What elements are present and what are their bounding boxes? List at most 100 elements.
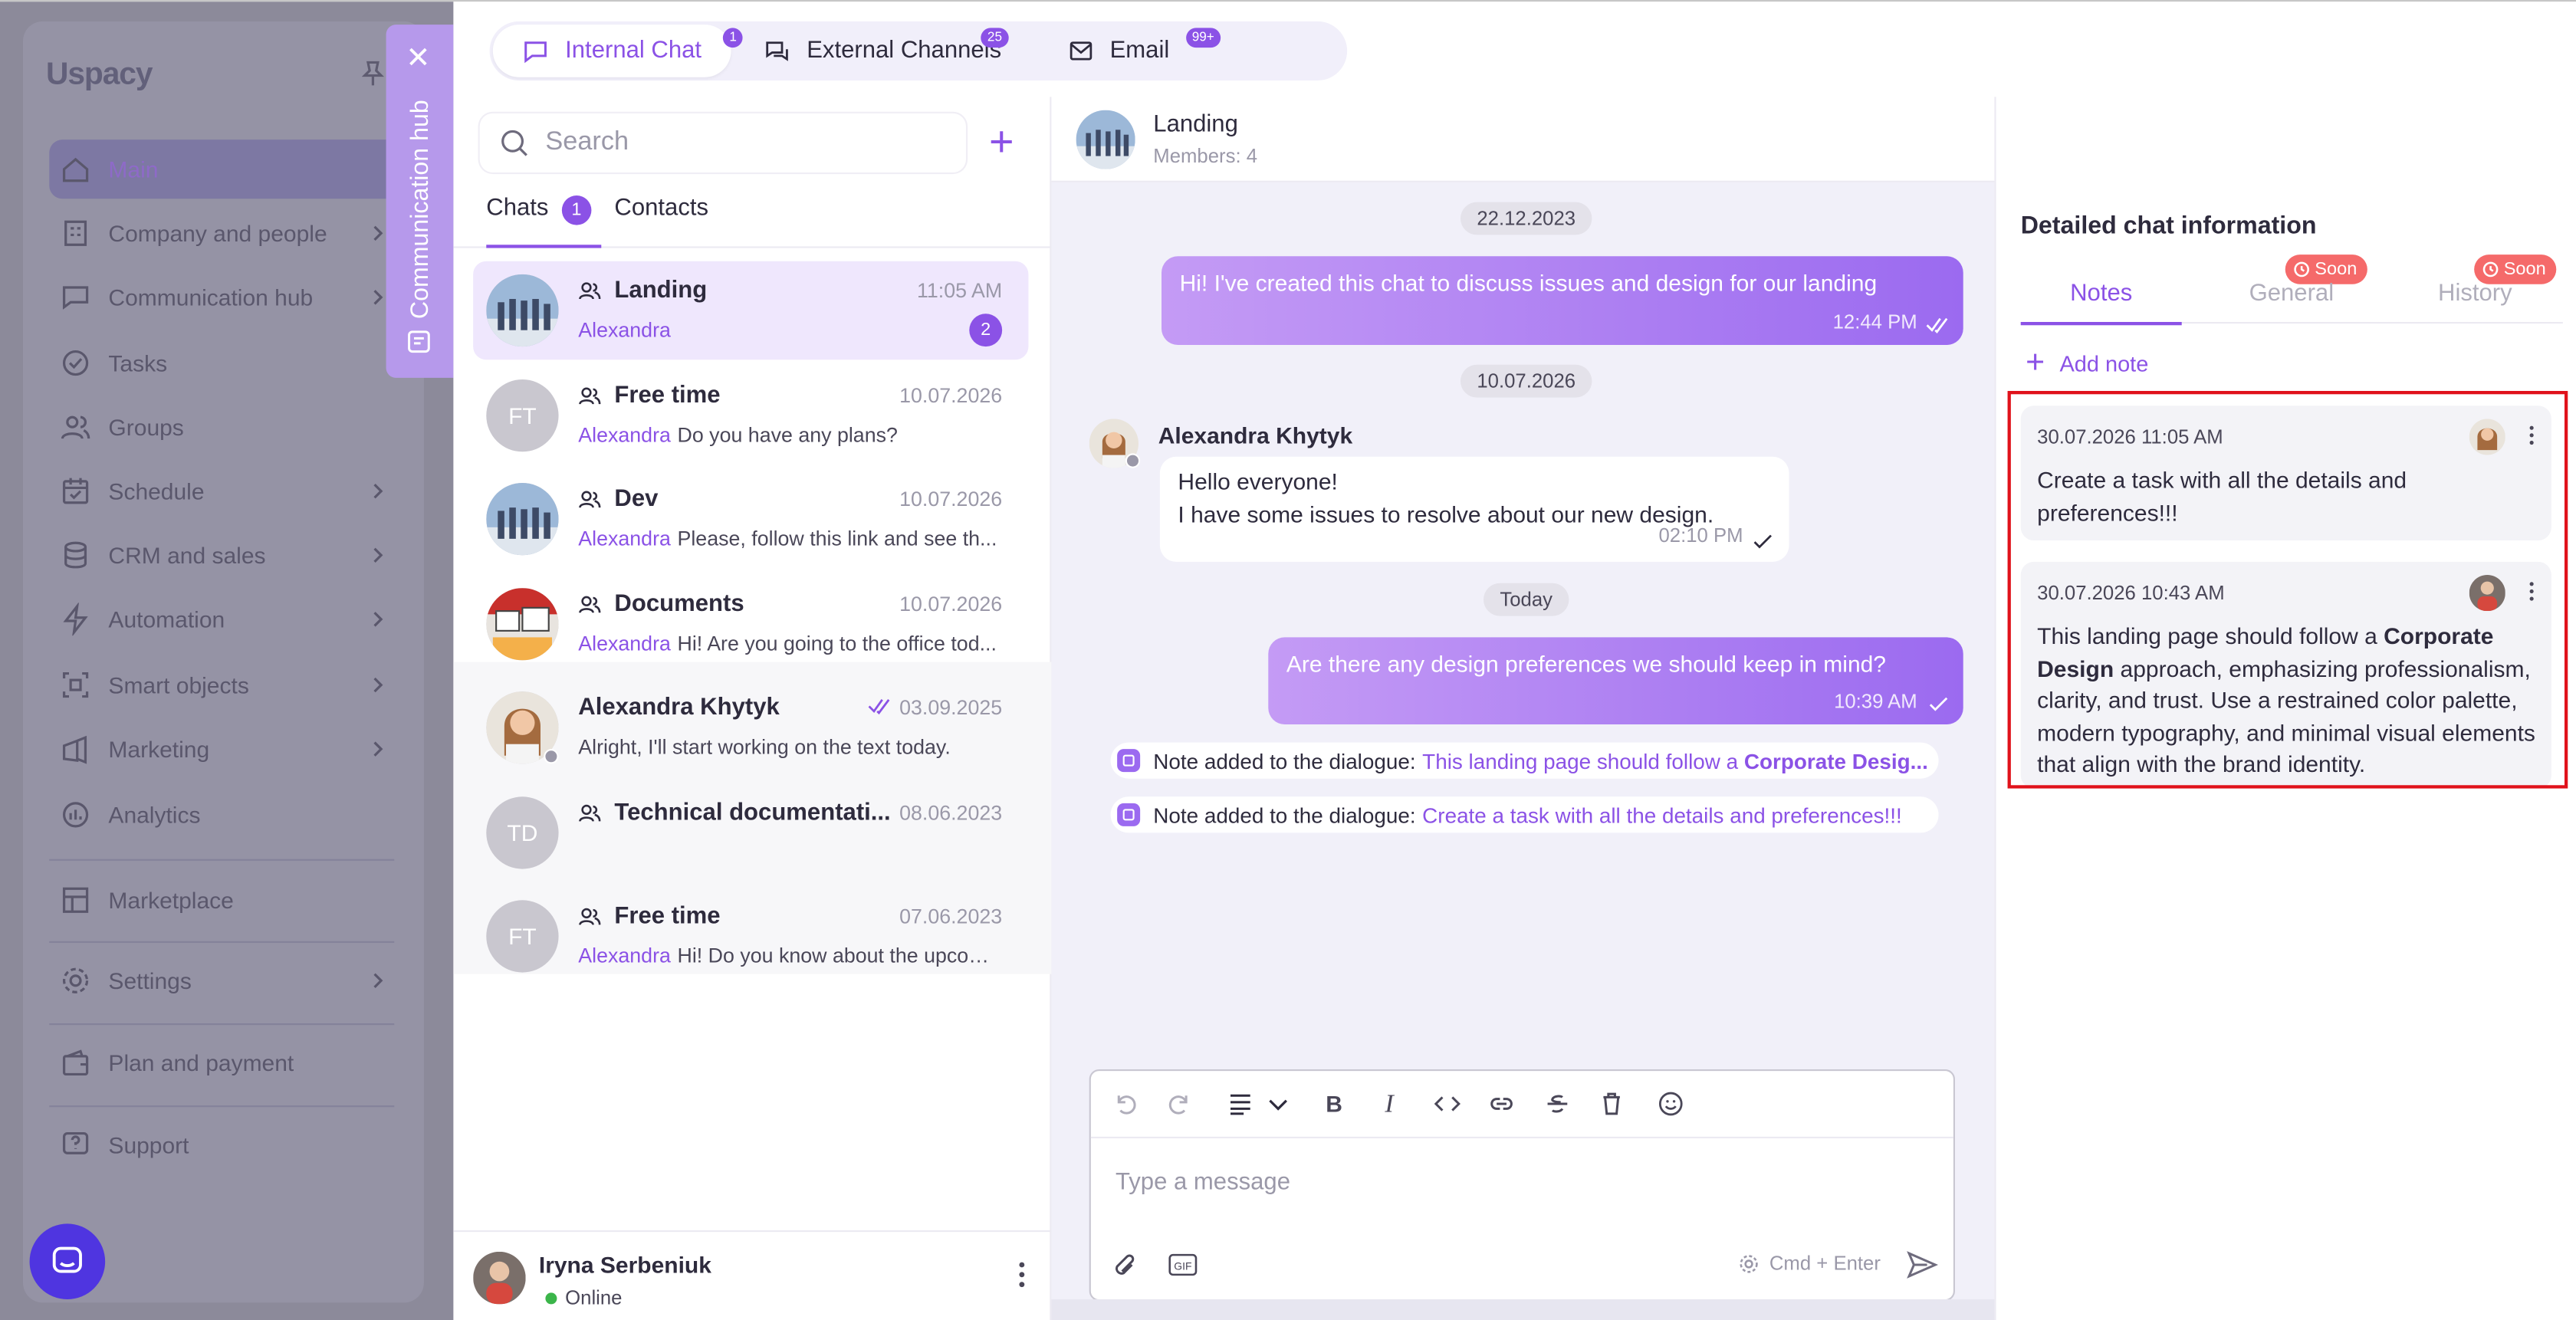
email-icon bbox=[1069, 41, 1092, 61]
chevron-right-icon bbox=[371, 970, 384, 990]
message-outgoing[interactable]: Hi! I've created this chat to discuss is… bbox=[1162, 256, 1963, 345]
italic-icon[interactable]: I bbox=[1385, 1091, 1393, 1121]
tab-contacts[interactable]: Contacts bbox=[614, 195, 708, 248]
clock-icon bbox=[2294, 261, 2309, 277]
current-user-bar: Iryna Serbeniuk Online bbox=[453, 1230, 1052, 1320]
search-input[interactable]: Search bbox=[479, 113, 966, 172]
sidebar-item-tasks[interactable]: Tasks bbox=[49, 333, 401, 392]
chevron-down-icon[interactable] bbox=[1267, 1091, 1290, 1117]
chat-avatar bbox=[486, 588, 559, 661]
link-icon[interactable] bbox=[1488, 1091, 1514, 1117]
message-outgoing[interactable]: Are there any design preferences we shou… bbox=[1268, 637, 1963, 724]
message-text: Hello everyone! I have some issues to res… bbox=[1178, 467, 1714, 531]
tab-badge: 99+ bbox=[1185, 28, 1221, 48]
chat-list-item[interactable]: Dev 10.07.2026 Alexandra Please, follow thi… bbox=[473, 470, 1028, 569]
note-link[interactable]: This landing page should follow a Corpor… bbox=[1422, 748, 1928, 773]
chat-avatar: TD bbox=[486, 796, 559, 869]
send-shortcut-hint[interactable]: Cmd + Enter bbox=[1738, 1252, 1881, 1275]
pin-icon[interactable] bbox=[361, 61, 385, 87]
undo-icon[interactable] bbox=[1112, 1091, 1138, 1117]
chat-list-item[interactable]: FT Free time 07.06.2023 Alexandra Hi! Do you… bbox=[473, 887, 1028, 986]
chat-name: Landing bbox=[578, 277, 707, 304]
tab-general[interactable]: General bbox=[2249, 281, 2334, 307]
tab-chats[interactable]: Chats 1 bbox=[486, 195, 602, 248]
gif-icon[interactable]: GIF bbox=[1168, 1253, 1198, 1276]
bold-icon[interactable]: B bbox=[1326, 1091, 1342, 1117]
attach-icon[interactable] bbox=[1112, 1252, 1138, 1282]
note-icon bbox=[1117, 749, 1141, 773]
note-link[interactable]: Create a task with all the details and p… bbox=[1422, 803, 1902, 827]
chat-avatar bbox=[486, 274, 559, 347]
chevron-right-icon bbox=[371, 545, 384, 565]
sidebar-item-automation[interactable]: Automation bbox=[49, 589, 401, 649]
sidebar-item-schedule[interactable]: Schedule bbox=[49, 461, 401, 520]
chevron-right-icon bbox=[371, 481, 384, 501]
sidebar-item-groups[interactable]: Groups bbox=[49, 398, 401, 457]
chat-time-label: 10.07.2026 bbox=[899, 488, 1003, 511]
tab-internal-chat[interactable]: Internal Chat 1 bbox=[492, 25, 744, 77]
message-incoming[interactable]: Hello everyone! I have some issues to res… bbox=[1159, 456, 1789, 562]
preview-author: Alexandra bbox=[578, 944, 671, 968]
chat-list-item[interactable]: Documents 10.07.2026 Alexandra Hi! Are you … bbox=[473, 575, 1028, 674]
chat-time-label: 11:05 AM bbox=[916, 279, 1003, 303]
note-notification[interactable]: Note added to the dialogue: Create a tas… bbox=[1110, 796, 1939, 833]
chat-avatar: FT bbox=[486, 379, 559, 452]
chat-list-item[interactable]: Landing 11:05 AM Alexandra 2 bbox=[473, 261, 1029, 360]
message-input[interactable]: Type a message bbox=[1116, 1170, 1290, 1196]
sidebar-item-settings[interactable]: Settings bbox=[49, 951, 401, 1010]
tab-history[interactable]: History bbox=[2438, 281, 2512, 307]
strikethrough-icon[interactable] bbox=[1544, 1091, 1570, 1117]
chat-name: Technical documentati... bbox=[578, 800, 891, 826]
offline-dot bbox=[1125, 453, 1141, 468]
group-icon bbox=[578, 593, 614, 616]
sidebar-item-main[interactable]: Main bbox=[49, 140, 401, 199]
sidebar-item-support[interactable]: Support bbox=[49, 1115, 401, 1174]
sidebar-item-company-and-people[interactable]: Company and people bbox=[49, 204, 401, 263]
sidebar-item-label: Automation bbox=[108, 606, 225, 632]
note-notification[interactable]: Note added to the dialogue: This landing… bbox=[1110, 742, 1939, 779]
chat-list-item[interactable]: FT Free time 10.07.2026 Alexandra Do you hav… bbox=[473, 366, 1028, 465]
close-icon[interactable]: ✕ bbox=[406, 41, 430, 76]
chat-list-item[interactable]: Alexandra Khytyk 03.09.2025 Alright, I'll … bbox=[473, 678, 1028, 777]
sidebar-item-smart-objects[interactable]: Smart objects bbox=[49, 655, 401, 714]
sidebar-divider bbox=[49, 1023, 395, 1026]
redo-icon[interactable] bbox=[1166, 1091, 1192, 1117]
new-chat-button[interactable]: + bbox=[989, 120, 1014, 163]
chat-name-label: Landing bbox=[614, 277, 708, 304]
tab-external-channels[interactable]: External Channels 25 bbox=[734, 25, 1031, 77]
more-vertical-icon[interactable] bbox=[1019, 1262, 1026, 1288]
emoji-icon[interactable] bbox=[1658, 1091, 1684, 1117]
notes-highlight-box bbox=[2007, 390, 2568, 789]
sidebar-item-marketing[interactable]: Marketing bbox=[49, 720, 401, 779]
sidebar-item-label: Analytics bbox=[108, 801, 201, 828]
support-chat-button[interactable] bbox=[29, 1223, 106, 1299]
tab-notes[interactable]: Notes bbox=[2020, 281, 2182, 326]
sidebar-item-analytics[interactable]: Analytics bbox=[49, 785, 401, 844]
conversation-header: Landing Members: 4 bbox=[1051, 97, 2530, 182]
add-note-button[interactable]: + Add note bbox=[2026, 346, 2148, 379]
chevron-right-icon bbox=[371, 609, 384, 629]
send-icon[interactable] bbox=[1906, 1250, 1939, 1280]
chat-time: 03.09.2025 bbox=[868, 697, 1002, 720]
tab-badge: 25 bbox=[981, 28, 1009, 48]
communication-hub-tab[interactable]: ✕ Communication hub bbox=[386, 25, 454, 378]
chat-avatar[interactable] bbox=[1076, 110, 1135, 169]
sidebar-item-crm-and-sales[interactable]: CRM and sales bbox=[49, 526, 401, 585]
message-time: 02:10 PM bbox=[1658, 523, 1743, 547]
message-text: Are there any design preferences we shou… bbox=[1286, 650, 1886, 677]
tab-email[interactable]: Email 99+ bbox=[1037, 25, 1221, 77]
user-avatar[interactable] bbox=[473, 1251, 526, 1305]
sidebar-item-label: Plan and payment bbox=[108, 1049, 294, 1076]
chat-list-item[interactable]: TD Technical documentati... 08.06.2023 bbox=[473, 783, 1028, 882]
sidebar-item-plan-and-payment[interactable]: Plan and payment bbox=[49, 1033, 401, 1092]
message-time: 12:44 PM bbox=[1832, 310, 1917, 333]
sidebar-item-communication-hub[interactable]: Communication hub bbox=[49, 268, 401, 327]
code-icon[interactable] bbox=[1434, 1091, 1460, 1117]
message-composer: B I Type a message GIF Cmd + Enter bbox=[1089, 1069, 1955, 1302]
trash-icon[interactable] bbox=[1598, 1091, 1625, 1117]
sidebar-item-marketplace[interactable]: Marketplace bbox=[49, 871, 401, 930]
align-icon[interactable] bbox=[1227, 1091, 1254, 1117]
chat-title: Landing bbox=[1153, 111, 1238, 138]
chat-avatar: FT bbox=[486, 900, 559, 973]
sidebar-divider bbox=[49, 859, 395, 861]
